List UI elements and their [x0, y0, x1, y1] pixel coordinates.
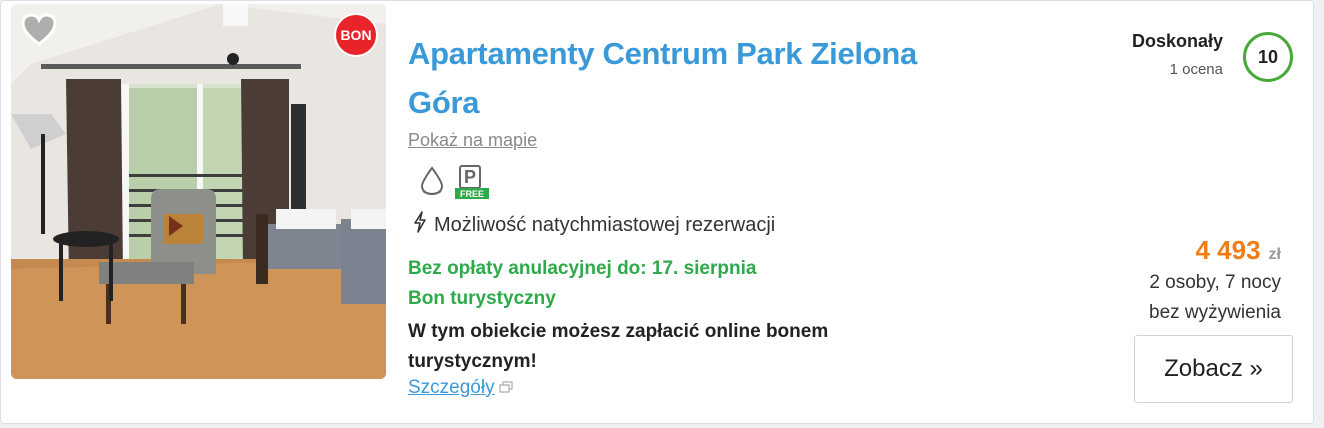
instant-booking-text: Możliwość natychmiastowej rezerwacji	[434, 213, 776, 236]
details-link[interactable]: Szczegóły	[408, 377, 513, 399]
board-type: bez wyżywienia	[1149, 302, 1281, 323]
stay-details: 2 osoby, 7 nocy	[1149, 272, 1281, 293]
bon-badge: BON	[334, 13, 378, 57]
lightning-icon	[412, 211, 428, 239]
price-currency: zł	[1268, 246, 1281, 263]
instant-booking: Możliwość natychmiastowej rezerwacji	[412, 211, 775, 239]
voucher-description: W tym obiekcie możesz zapłacić online bo…	[408, 321, 829, 372]
rating-label: Doskonały	[1131, 31, 1223, 51]
parking-free-icon: P FREE	[455, 165, 489, 199]
favorite-heart-icon[interactable]	[21, 13, 57, 47]
details-link-text[interactable]: Szczegóły	[408, 377, 495, 399]
water-drop-icon	[417, 165, 447, 199]
price-value: 4 493	[1195, 235, 1261, 265]
price: 4 493 zł	[1195, 235, 1281, 266]
voucher-title: Bon turystyczny	[408, 288, 556, 309]
rating-score: 10	[1243, 32, 1293, 82]
show-on-map-link[interactable]: Pokaż na mapie	[408, 130, 537, 151]
amenities-list: P FREE	[417, 165, 489, 199]
hotel-photo[interactable]	[11, 4, 386, 379]
parking-free-label: FREE	[455, 188, 489, 199]
hotel-title-link[interactable]: Apartamenty Centrum Park Zielona Góra	[408, 29, 968, 127]
see-offer-button[interactable]: Zobacz »	[1134, 335, 1293, 403]
listing-card: BON Apartamenty Centrum Park Zielona Gór…	[0, 0, 1314, 424]
free-cancellation: Bez opłaty anulacyjnej do: 17. sierpnia	[408, 258, 757, 279]
parking-letter: P	[459, 165, 481, 189]
rating-count: 1 ocena	[1169, 61, 1223, 78]
external-window-icon	[499, 377, 513, 399]
